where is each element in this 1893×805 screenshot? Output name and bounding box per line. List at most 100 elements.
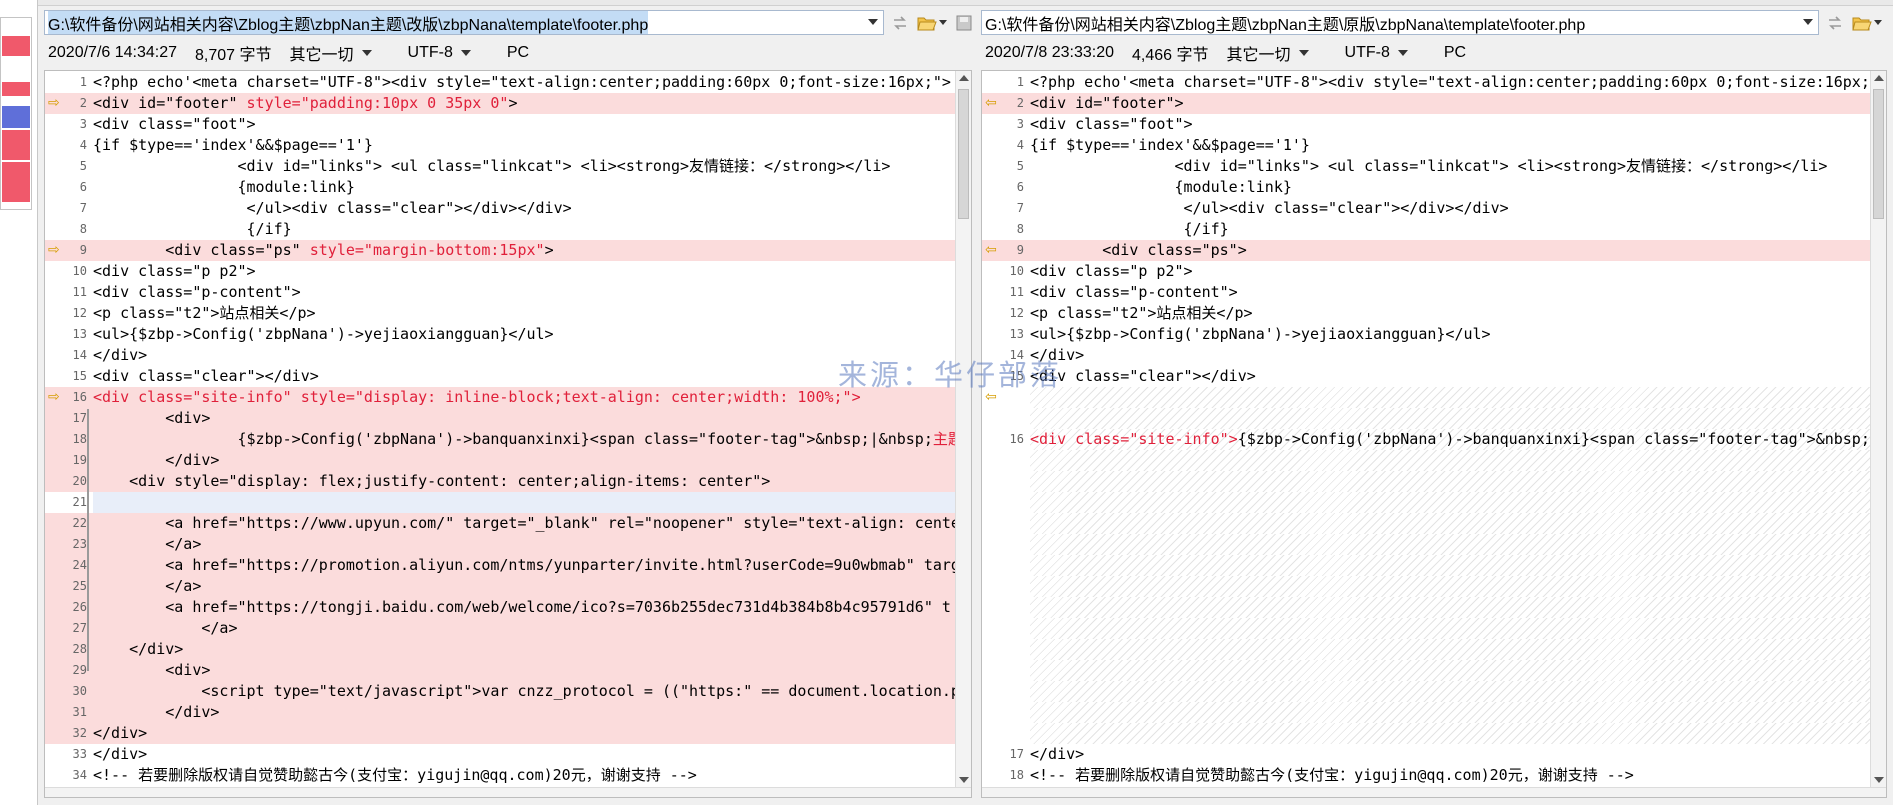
left-horizontal-scrollbar[interactable] <box>45 787 971 797</box>
diff-arrow-icon[interactable]: ⇨ <box>48 387 60 408</box>
code-line[interactable]: </a> <box>93 576 955 597</box>
code-line[interactable]: <div id="footer"> <box>1030 93 1870 114</box>
code-line[interactable]: <p class="t2">站点相关</p> <box>93 303 955 324</box>
diff-arrow-icon[interactable]: ⇦ <box>985 387 997 408</box>
code-line[interactable]: <div style="display: flex;justify-conten… <box>93 471 955 492</box>
code-line[interactable]: <div class="clear"></div> <box>93 366 955 387</box>
code-line[interactable]: <a href="https://promotion.aliyun.com/nt… <box>93 555 955 576</box>
chevron-down-icon[interactable] <box>1803 19 1813 25</box>
code-line[interactable] <box>1030 723 1870 744</box>
diff-arrow-icon[interactable]: ⇨ <box>48 240 60 261</box>
code-line[interactable]: <div class="p-content"> <box>1030 282 1870 303</box>
right-code-area[interactable]: <?php echo'<meta charset="UTF-8"><div st… <box>1030 71 1870 797</box>
code-line[interactable]: {if $type=='index'&&$page=='1'} <box>1030 135 1870 156</box>
code-line[interactable] <box>1030 450 1870 471</box>
code-line[interactable]: <div> <box>93 660 955 681</box>
code-line[interactable]: <ul>{$zbp->Config('zbpNana')->yejiaoxian… <box>93 324 955 345</box>
swap-icon[interactable] <box>1823 11 1847 35</box>
code-line[interactable]: </ul><div class="clear"></div></div> <box>1030 198 1870 219</box>
code-line[interactable]: <a href="https://tongji.baidu.com/web/we… <box>93 597 955 618</box>
code-line[interactable] <box>1030 408 1870 429</box>
code-line[interactable]: {module:link} <box>93 177 955 198</box>
code-line[interactable]: <a href="https://www.upyun.com/" target=… <box>93 513 955 534</box>
code-line[interactable]: <div class="ps"> <box>1030 240 1870 261</box>
chevron-down-icon[interactable] <box>868 19 878 25</box>
code-line[interactable]: <!-- 若要删除版权请自觉赞助懿古今(支付宝：yigujin@qq.com)2… <box>93 765 955 786</box>
code-line[interactable] <box>1030 618 1870 639</box>
swap-icon[interactable] <box>888 11 912 35</box>
code-line[interactable] <box>1030 681 1870 702</box>
diff-arrow-icon[interactable]: ⇨ <box>48 93 60 114</box>
code-line[interactable]: </div> <box>93 744 955 765</box>
left-code-area[interactable]: <?php echo'<meta charset="UTF-8"><div st… <box>93 71 955 797</box>
open-folder-icon[interactable] <box>1851 11 1883 35</box>
scroll-down-icon[interactable] <box>1874 777 1884 783</box>
scroll-up-icon[interactable] <box>1874 75 1884 81</box>
diff-arrow-icon[interactable]: ⇦ <box>985 93 997 114</box>
code-line[interactable]: <!-- 若要删除版权请自觉赞助懿古今(支付宝：yigujin@qq.com)2… <box>1030 765 1870 786</box>
code-line[interactable]: </a> <box>93 534 955 555</box>
diff-overview-map[interactable] <box>0 0 38 805</box>
code-line[interactable]: <?php echo'<meta charset="UTF-8"><div st… <box>93 72 955 93</box>
code-line[interactable]: <div class="foot"> <box>93 114 955 135</box>
scroll-thumb[interactable] <box>958 89 969 219</box>
code-line[interactable]: <div class="p-content"> <box>93 282 955 303</box>
code-line[interactable]: <div class="ps" style="margin-bottom:15p… <box>93 240 955 261</box>
code-line[interactable]: </div> <box>93 345 955 366</box>
right-encoding-mode-dropdown[interactable]: 其它一切 <box>1227 41 1327 65</box>
code-line[interactable]: </div> <box>1030 744 1870 765</box>
code-line[interactable]: </ul><div class="clear"></div></div> <box>93 198 955 219</box>
code-line[interactable] <box>1030 555 1870 576</box>
code-line[interactable]: <div id="links"> <ul class="linkcat"> <l… <box>1030 156 1870 177</box>
code-line[interactable] <box>1030 702 1870 723</box>
code-line[interactable] <box>1030 597 1870 618</box>
scroll-thumb[interactable] <box>1873 89 1884 219</box>
code-line[interactable]: <div id="footer" style="padding:10px 0 3… <box>93 93 955 114</box>
right-code-editor[interactable]: 12⇦3456789⇦101112131415⇦16171819 <?php e… <box>981 70 1887 798</box>
code-line[interactable]: <p class="t2">站点相关</p> <box>1030 303 1870 324</box>
code-line[interactable]: </div> <box>93 639 955 660</box>
code-line[interactable]: </div> <box>93 723 955 744</box>
code-line[interactable] <box>1030 576 1870 597</box>
code-line[interactable]: <div id="links"> <ul class="linkcat"> <l… <box>93 156 955 177</box>
code-line[interactable]: {module:link} <box>1030 177 1870 198</box>
left-encoding-dropdown[interactable]: UTF-8 <box>408 44 489 62</box>
code-line[interactable] <box>1030 387 1870 408</box>
code-line[interactable]: <div> <box>93 408 955 429</box>
code-line[interactable]: {/if} <box>1030 219 1870 240</box>
code-line[interactable]: <div class="p p2"> <box>93 261 955 282</box>
code-line[interactable] <box>93 492 955 513</box>
code-line[interactable]: <div class="foot"> <box>1030 114 1870 135</box>
code-line[interactable]: <div class="site-info">{$zbp->Config('zb… <box>1030 429 1870 450</box>
open-folder-icon[interactable] <box>916 11 948 35</box>
code-line[interactable] <box>1030 660 1870 681</box>
right-vertical-scrollbar[interactable] <box>1870 71 1886 797</box>
save-icon[interactable] <box>952 11 976 35</box>
code-line[interactable]: {if $type=='index'&&$page=='1'} <box>93 135 955 156</box>
code-line[interactable]: </a> <box>93 618 955 639</box>
code-line[interactable]: </div> <box>1030 345 1870 366</box>
code-line[interactable]: <script type="text/javascript">var cnzz_… <box>93 681 955 702</box>
code-line[interactable] <box>1030 471 1870 492</box>
code-line[interactable]: {$zbp->Config('zbpNana')->banquanxinxi}<… <box>93 429 955 450</box>
code-line[interactable] <box>1030 492 1870 513</box>
left-encoding-mode-dropdown[interactable]: 其它一切 <box>290 41 390 65</box>
left-vertical-scrollbar[interactable] <box>955 71 971 797</box>
code-line[interactable]: <?php echo'<meta charset="UTF-8"><div st… <box>1030 72 1870 93</box>
code-line[interactable]: <div class="clear"></div> <box>1030 366 1870 387</box>
code-line[interactable]: <div class="site-info" style="display: i… <box>93 387 955 408</box>
code-line[interactable] <box>1030 513 1870 534</box>
code-line[interactable]: </div> <box>93 450 955 471</box>
diff-arrow-icon[interactable]: ⇦ <box>985 240 997 261</box>
code-line[interactable]: <ul>{$zbp->Config('zbpNana')->yejiaoxian… <box>1030 324 1870 345</box>
right-path-combobox[interactable]: G:\软件备份\网站相关内容\Zblog主题\zbpNan主题\原版\zbpNa… <box>981 10 1819 35</box>
code-line[interactable]: {/if} <box>93 219 955 240</box>
left-code-editor[interactable]: 1 2 ⇨ 3 4 5 6 7 8 9 ⇨ 10 11 12 13 14 15 16 ⇨ 17 18 19 20 21 22 23… <box>44 70 972 798</box>
code-line[interactable] <box>1030 639 1870 660</box>
code-line[interactable]: <div class="p p2"> <box>1030 261 1870 282</box>
code-line[interactable]: </div> <box>93 702 955 723</box>
left-path-combobox[interactable]: G:\软件备份\网站相关内容\Zblog主题\zbpNan主题\改版\zbpNa… <box>44 10 884 35</box>
right-horizontal-scrollbar[interactable] <box>982 787 1886 797</box>
scroll-down-icon[interactable] <box>959 777 969 783</box>
code-line[interactable] <box>1030 534 1870 555</box>
